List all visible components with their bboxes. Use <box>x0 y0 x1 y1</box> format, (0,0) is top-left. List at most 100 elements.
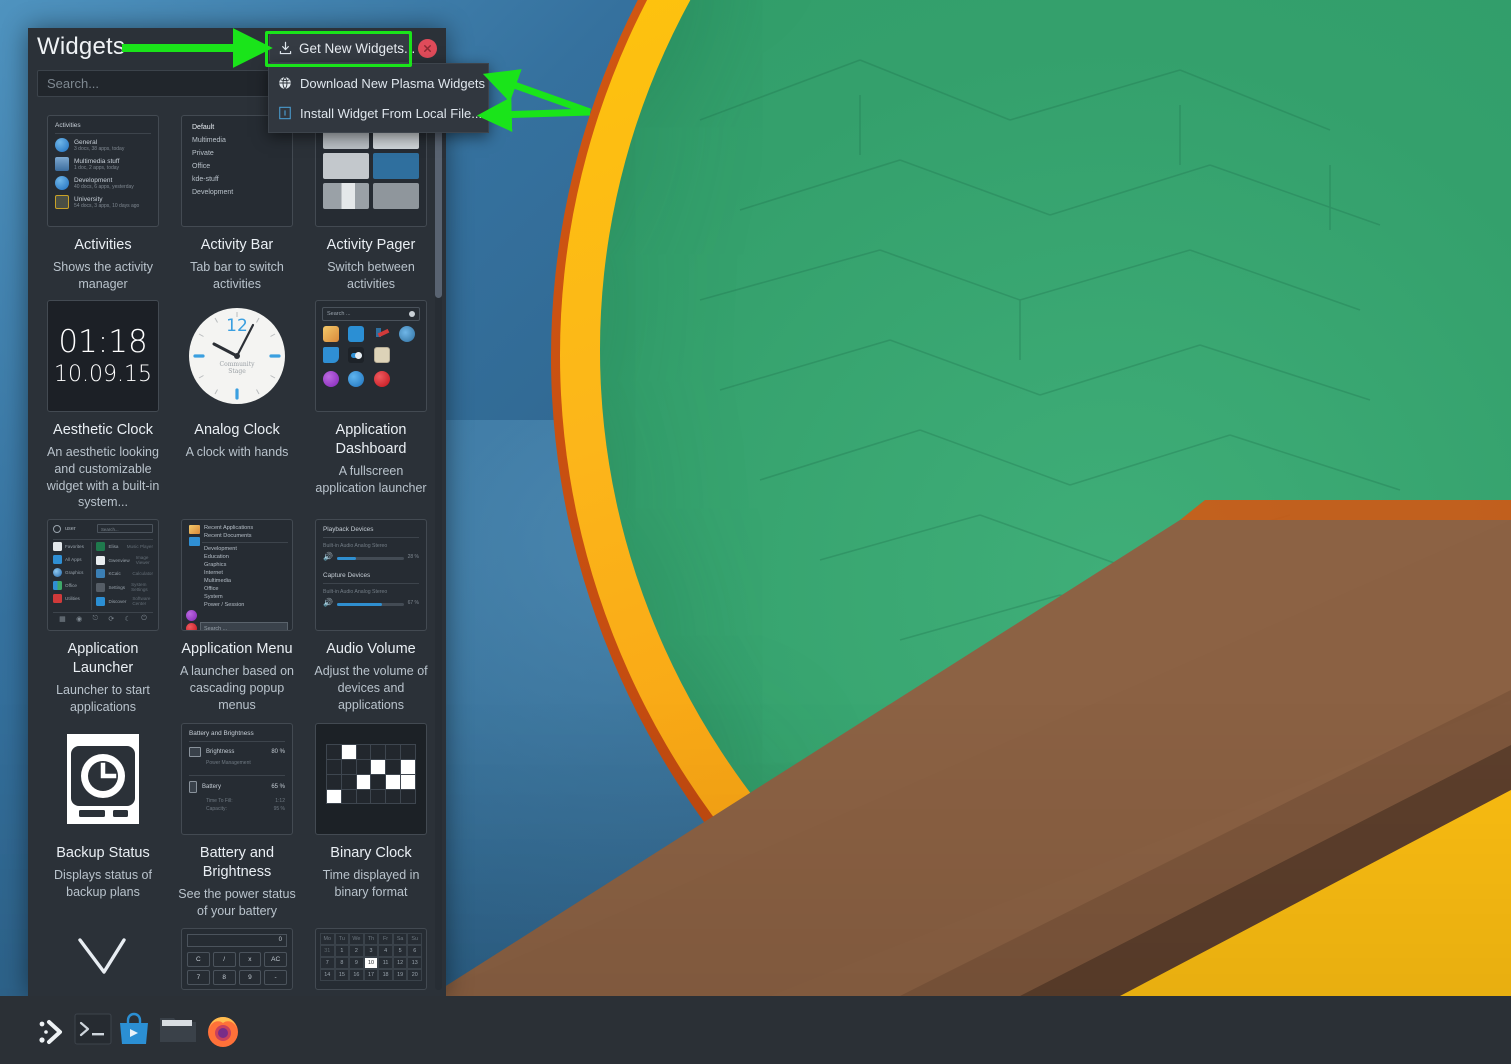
firefox-icon <box>208 1017 238 1047</box>
binary-clock-grid <box>326 744 416 805</box>
app-icon <box>373 326 390 343</box>
settings-icon: ◉ <box>76 616 83 624</box>
taskbar-item-discover[interactable] <box>116 1012 156 1052</box>
clear-icon <box>409 311 415 318</box>
binary-cell-1-0 <box>327 760 341 774</box>
app-icon <box>188 525 200 535</box>
session-icon <box>186 622 197 631</box>
widget-description: Switch between activities <box>327 259 415 291</box>
widget-preview: Playback Devices Built-in Audio Analog S… <box>315 519 427 632</box>
widget-card-binary-clock[interactable]: Binary Clock Time displayed in binary fo… <box>310 723 432 919</box>
widget-preview: Recent Applications Recent Documents Dev… <box>181 519 293 632</box>
widget-card-activity-pager[interactable]: Activity Pager Switch between activities <box>310 115 432 292</box>
widget-name: Application Launcher <box>67 641 139 677</box>
widget-name: Analog Clock <box>194 422 280 439</box>
widget-preview: 0 C / x AC 7 8 9 - <box>181 927 293 990</box>
list-item: KCalc Calculator <box>96 569 153 579</box>
list-item: General 3 docs, 38 apps, today <box>55 138 151 152</box>
taskbar <box>0 996 1511 1064</box>
widget-card-analog-clock[interactable]: 12 Community Stage Analog Clock A clock … <box>176 300 298 511</box>
menu-item-install-widget-from-local-file[interactable]: Install Widget From Local File... <box>269 98 488 128</box>
app-icon <box>188 537 200 547</box>
widget-name: Application Menu <box>181 641 293 658</box>
vertical-scrollbar-track[interactable] <box>435 112 442 990</box>
taskbar-item-kde-application-launcher[interactable] <box>32 1012 72 1052</box>
vertical-scrollbar-thumb[interactable] <box>435 112 442 298</box>
calc-key: - <box>264 969 287 985</box>
binary-cell-2-2 <box>356 774 371 789</box>
widget-card-aesthetic-clock[interactable]: 01:18 10.09.15 Aesthetic Clock An aesthe… <box>42 300 164 511</box>
list-item: System <box>204 594 223 601</box>
calendar-day-cell: 17 <box>363 968 379 981</box>
binary-cell-1-5 <box>401 760 415 774</box>
widget-description: Adjust the volume of devices and applica… <box>314 664 428 712</box>
annotation-highlight-box <box>265 31 412 67</box>
binary-cell-0-1 <box>341 745 356 760</box>
dashboard-icon-grid <box>316 326 426 364</box>
widget-card-application-dashboard[interactable]: Search ... Application Dashboard A fulls… <box>310 300 432 511</box>
terminal-icon <box>74 1013 112 1045</box>
calc-key: / <box>212 951 236 967</box>
clock-date: 10.09.15 <box>54 361 152 387</box>
list-item: Settings System Settings <box>96 582 153 592</box>
restart-icon: ⟳ <box>108 616 115 624</box>
list-item: Office <box>192 163 211 170</box>
svg-text:12: 12 <box>226 316 248 336</box>
calendar-header-cell: Mo <box>320 932 335 945</box>
battery-icon <box>189 781 197 794</box>
widget-card-battery-and-brightness[interactable]: Battery and Brightness Brightness 80 % P… <box>176 723 298 919</box>
binary-cell-3-3 <box>371 789 386 804</box>
list-item: Development 40 docs, 6 apps, yesterday <box>55 176 151 190</box>
get-new-widgets-menu: Download New Plasma Widgets Install Widg… <box>268 63 489 133</box>
widget-description: A launcher based on cascading popup menu… <box>180 664 294 712</box>
widget-card-activities[interactable]: Activities General 3 docs, 38 apps, toda… <box>42 115 164 292</box>
calc-key: C <box>187 951 210 967</box>
list-item: All Apps <box>53 555 87 565</box>
close-button[interactable] <box>418 39 437 58</box>
binary-cell-2-1 <box>341 774 356 789</box>
preview-header: Activities <box>55 122 81 129</box>
calendar-day-cell: 12 <box>392 956 408 969</box>
widget-preview <box>315 723 427 836</box>
taskbar-item-file-manager[interactable] <box>158 1012 198 1052</box>
widget-card-application-launcher[interactable]: user Search... Favorites All Apps Graphi… <box>42 519 164 715</box>
calendar-header-cell: Tu <box>334 932 350 945</box>
binary-cell-1-3 <box>371 760 386 774</box>
chevron-down-arrow-icon <box>78 937 126 974</box>
menu-item-download-new-plasma-widgets[interactable]: Download New Plasma Widgets <box>269 68 488 98</box>
dashboard-session-icons <box>316 371 426 388</box>
list-item: Power / Session <box>204 602 245 609</box>
widgets-grid: Activities General 3 docs, 38 apps, toda… <box>28 106 446 990</box>
app-icon <box>373 347 390 364</box>
taskbar-item-firefox[interactable] <box>204 1012 244 1052</box>
widget-card-activity-bar[interactable]: Default Multimedia Private Office kde-st… <box>176 115 298 292</box>
svg-text:Stage: Stage <box>228 368 246 375</box>
widget-card-partial-calendar[interactable]: Mo Tu We Th Fr Sa Su 31 1 2 3 4 5 6 7 8 9 10 11 12 13 14 15 16 1… <box>310 927 432 990</box>
taskbar-item-terminal[interactable] <box>74 1012 114 1052</box>
calendar-day-cell: 5 <box>392 944 408 957</box>
kde-logo-icon <box>39 1020 62 1044</box>
widget-card-application-menu[interactable]: Recent Applications Recent Documents Dev… <box>176 519 298 715</box>
list-item: Favorites <box>53 542 87 552</box>
widget-card-audio-volume[interactable]: Playback Devices Built-in Audio Analog S… <box>310 519 432 715</box>
widget-card-partial-arrow[interactable] <box>42 928 164 990</box>
widgets-scroll-area[interactable]: Activities General 3 docs, 38 apps, toda… <box>28 106 446 996</box>
list-item: Recent Documents <box>204 533 252 540</box>
volume-percent: 28 % <box>407 553 419 560</box>
calendar-day-cell: 2 <box>349 944 364 957</box>
widget-name: Battery and Brightness <box>199 845 275 881</box>
activity-icon <box>55 195 69 209</box>
widget-name: Audio Volume <box>326 641 416 658</box>
list-item: Elisa Music Player <box>96 542 153 552</box>
calc-key: x <box>238 951 262 967</box>
binary-cell-1-2 <box>356 760 371 774</box>
list-item: Development <box>204 546 237 553</box>
widget-card-partial-calculator[interactable]: 0 C / x AC 7 8 9 - <box>176 927 298 990</box>
folder-icon <box>160 1018 196 1042</box>
calendar-header-cell: Sa <box>392 932 408 945</box>
widget-description: Tab bar to switch activities <box>190 259 284 291</box>
widget-card-backup-status[interactable]: Backup Status Displays status of backup … <box>42 723 164 919</box>
binary-cell-2-5 <box>401 774 415 789</box>
calendar-day-cell: 11 <box>378 956 393 969</box>
widget-preview: Battery and Brightness Brightness 80 % P… <box>181 723 293 836</box>
